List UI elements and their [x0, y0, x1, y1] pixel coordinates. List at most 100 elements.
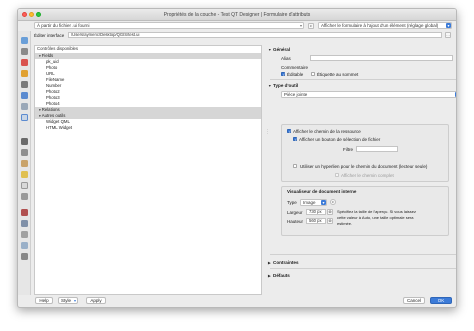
width-label: Largeur [287, 210, 303, 215]
tree-item-label: pk_uid [46, 59, 59, 64]
style-label: Style [61, 298, 72, 303]
width-clear-icon[interactable]: ⊗ [327, 209, 333, 215]
divider [270, 254, 456, 255]
symbology-icon[interactable] [21, 59, 28, 66]
chevron-down-icon: ▾ [299, 23, 302, 28]
layout-type-select[interactable]: À partir du fichier .ui fourni ▾ [34, 22, 304, 29]
style-button[interactable]: Style ▾ [58, 297, 78, 304]
window-title: Propriétés de la couche - Test QT Design… [163, 12, 311, 18]
qgis-server-icon[interactable] [21, 242, 28, 249]
tree-header: Contrôles disponibles [37, 46, 79, 51]
hyperlink-label: Utiliser un hyperlien pour le chemin du … [300, 163, 428, 169]
joins-icon[interactable] [21, 138, 28, 145]
dependencies-icon[interactable] [21, 220, 28, 227]
diagrams-icon[interactable] [21, 81, 28, 88]
available-widgets-tree[interactable]: Contrôles disponibles ▾ Fields pk_uid Phot… [34, 45, 262, 295]
label-on-top-checkbox[interactable] [311, 72, 315, 76]
actions-icon[interactable] [21, 160, 28, 167]
show-path-checkbox[interactable] [287, 129, 292, 134]
constraints-title: Contraintes [273, 260, 299, 265]
ui-file-path-input[interactable]: /Users/aymeric/Desktop/QGIS/test.ui [68, 32, 442, 38]
full-path-label: Afficher le chemin complet [341, 172, 394, 178]
filter-input[interactable] [356, 146, 398, 152]
divider [270, 79, 456, 80]
tree-item-label: Number [46, 83, 62, 88]
fields-icon[interactable] [21, 103, 28, 110]
viewer-type-select[interactable]: Image ▾ [300, 199, 327, 206]
label-on-top-label: Étiquette au sommet [317, 71, 359, 77]
tree-item-label: Photo4 [46, 101, 60, 106]
show-form-select[interactable]: Afficher le formulaire à l'ajout d'un él… [318, 22, 452, 29]
layer-properties-window: Propriétés de la couche - Test QT Design… [17, 8, 457, 308]
widget-type-title: Type d'outil [273, 83, 299, 88]
digitizing-icon[interactable] [21, 253, 28, 260]
field-config-panel: ▼Général Alias Commentaire Éditable Étiq… [268, 45, 456, 295]
layout-type-value: À partir du fichier .ui fourni [37, 23, 90, 28]
expression-icon[interactable]: ε [330, 199, 336, 205]
tree-item-label: Fields [41, 53, 54, 58]
edit-interface-row: Éditer interface /Users/aymeric/Desktop/… [18, 31, 456, 40]
full-path-checkbox[interactable] [335, 173, 339, 177]
help-button[interactable]: Help [35, 297, 53, 304]
auxiliary-storage-icon[interactable] [21, 149, 28, 156]
apply-button[interactable]: Apply [86, 297, 106, 304]
tree-field-row[interactable]: HTML Widget [35, 125, 261, 131]
defaults-title: Défauts [273, 273, 290, 278]
hyperlink-checkbox[interactable] [293, 164, 297, 168]
source-icon[interactable] [21, 48, 28, 55]
metadata-icon[interactable] [21, 209, 28, 216]
height-clear-icon[interactable]: ⊗ [327, 218, 333, 224]
browse-button[interactable]: … [445, 32, 451, 38]
title-bar: Propriétés de la couche - Test QT Design… [18, 9, 456, 21]
alias-label: Alias [281, 56, 291, 61]
width-value: 730 [309, 209, 316, 214]
document-viewer-title: Visualiseur de document interne [287, 189, 357, 194]
ok-button[interactable]: OK [430, 297, 452, 304]
height-spinbox[interactable]: 560 px [306, 218, 326, 224]
edit-interface-label: Éditer interface [34, 33, 65, 38]
constraints-section-header[interactable]: ▶ Contraintes [268, 259, 456, 266]
width-spinbox[interactable]: 730 px [306, 209, 326, 215]
chevron-down-icon: ▾ [321, 200, 326, 205]
tree-item-label: Photo [46, 65, 58, 70]
attributes-form-icon[interactable] [21, 114, 28, 121]
tree-item-label: Relations [41, 107, 60, 112]
defaults-section-header[interactable]: ▶ Défauts [268, 272, 456, 279]
viewer-type-value: Image [303, 200, 316, 205]
height-unit: px [317, 218, 322, 223]
tree-item-label: Autres outils [41, 113, 66, 118]
comment-label: Commentaire [281, 65, 309, 70]
show-file-button-label: Afficher un bouton de sélection de fichi… [299, 136, 381, 142]
widget-type-section-header[interactable]: ▼Type d'outil [268, 82, 456, 89]
widget-type-select[interactable]: Pièce jointe ▾ [281, 91, 456, 98]
divider [270, 268, 456, 269]
chevron-down-icon: ▾ [446, 23, 451, 28]
viewer-type-label: Type [287, 200, 297, 205]
viewer-help-text-3: estimée. [337, 221, 353, 226]
legend-icon[interactable] [21, 231, 28, 238]
tree-item-label: URL [46, 71, 55, 76]
chevron-down-icon: ▾ [73, 298, 76, 303]
editable-checkbox[interactable] [281, 72, 286, 77]
show-form-value: Afficher le formulaire à l'ajout d'un él… [321, 23, 439, 28]
alias-input[interactable] [310, 55, 453, 61]
expression-icon[interactable]: ε [308, 22, 314, 29]
general-section-header[interactable]: ▼Général [268, 46, 456, 53]
tree-item-label: FileName [46, 77, 65, 82]
variables-icon[interactable] [21, 193, 28, 200]
tree-item-label: HTML Widget [46, 125, 73, 130]
editable-label: Éditable [287, 71, 304, 77]
display-icon[interactable] [21, 171, 28, 178]
height-value: 560 [309, 218, 316, 223]
viewer-help-text-2: cette valeur à Auto, une taille optimale… [337, 215, 414, 220]
labels-icon[interactable] [21, 70, 28, 77]
cancel-button[interactable]: Cancel [403, 297, 425, 304]
widget-type-value: Pièce jointe [284, 92, 308, 97]
filter-label: Filtre [343, 147, 353, 152]
tree-item-label: Photo2 [46, 89, 60, 94]
rendering-icon[interactable] [21, 182, 28, 189]
3d-view-icon[interactable] [21, 92, 28, 99]
show-file-button-checkbox[interactable] [293, 137, 298, 142]
properties-sidebar [18, 31, 31, 295]
tree-item-label: Photo3 [46, 95, 60, 100]
